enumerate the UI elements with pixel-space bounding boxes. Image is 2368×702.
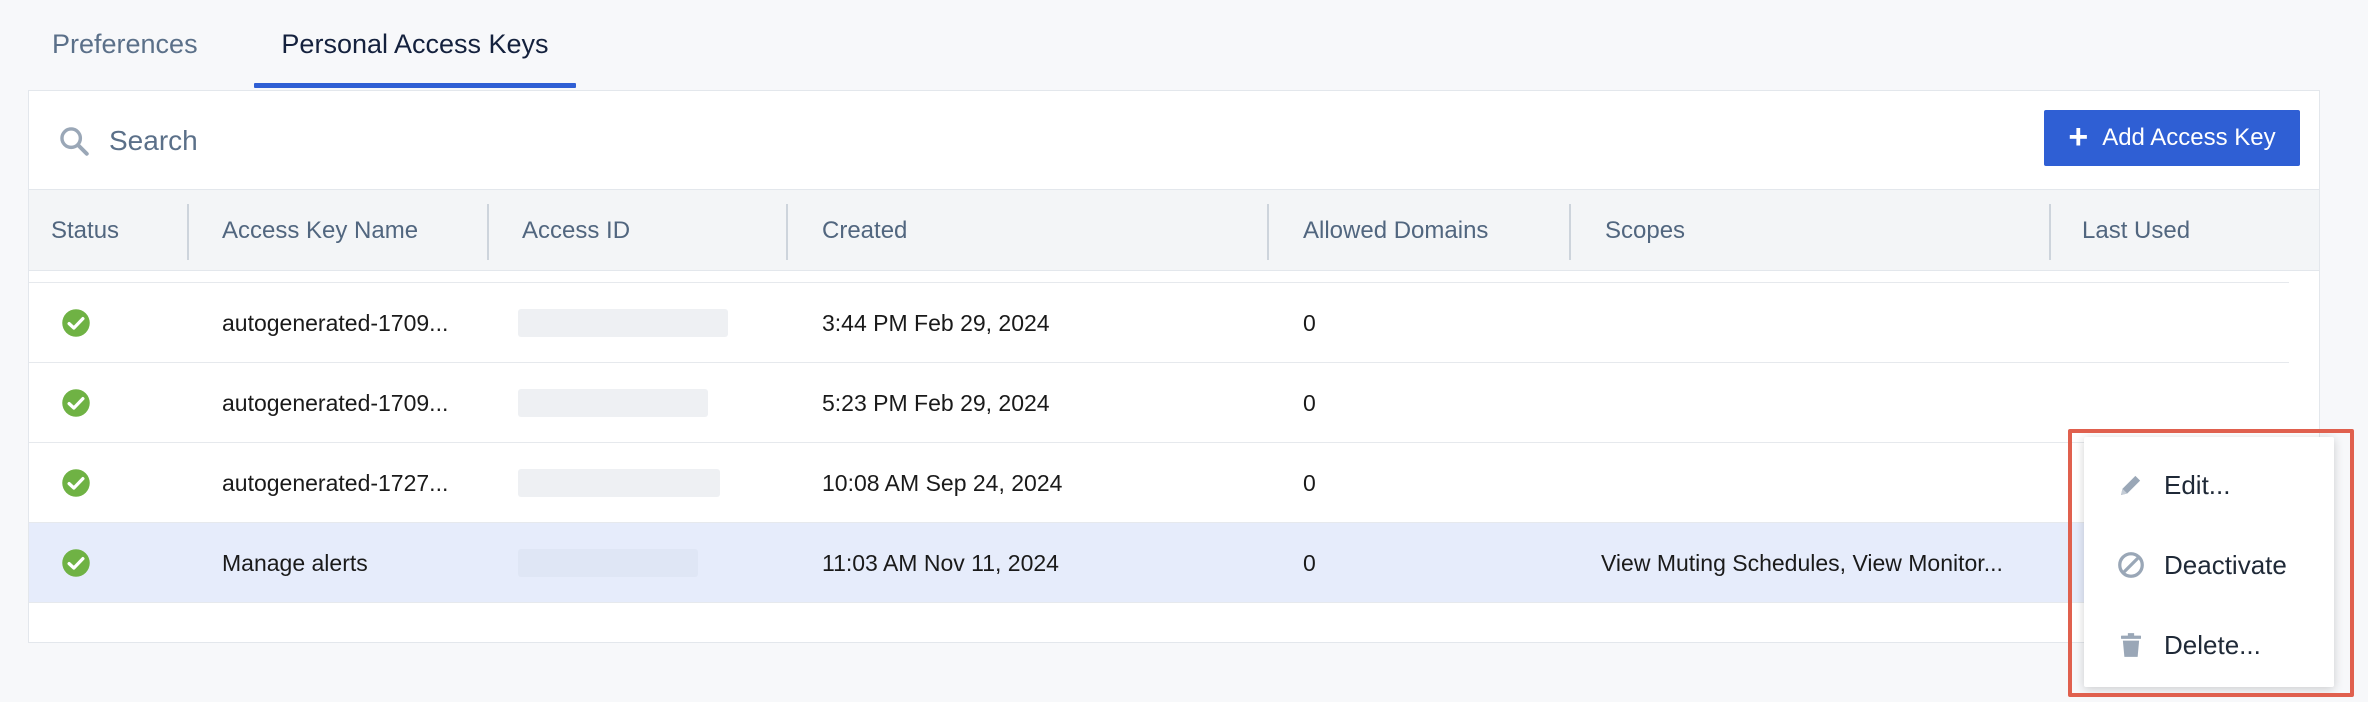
deactivate-icon <box>2118 552 2144 578</box>
column-resize-handle[interactable] <box>786 204 788 260</box>
trash-icon <box>2121 633 2141 657</box>
redacted-access-id <box>518 389 708 417</box>
column-resize-handle[interactable] <box>487 204 489 260</box>
scopes: View Muting Schedules, View Monitor... <box>1601 549 2003 576</box>
access-key-name: autogenerated-1709... <box>222 309 449 336</box>
menu-item-label: Deactivate <box>2164 549 2287 580</box>
add-access-key-label: Add Access Key <box>2102 124 2276 151</box>
menu-item-label: Edit... <box>2164 469 2231 500</box>
table-row[interactable]: autogenerated-1709... 5:23 PM Feb 29, 20… <box>29 363 2289 443</box>
access-keys-panel: + Add Access Key Status Access Key Name … <box>28 90 2320 643</box>
table-header: Status Access Key Name Access ID Created… <box>29 189 2319 271</box>
allowed-domains-count: 0 <box>1303 469 1316 496</box>
plus-icon: + <box>2068 117 2089 156</box>
column-header-created[interactable]: Created <box>822 190 907 272</box>
allowed-domains-count: 0 <box>1303 309 1316 336</box>
access-key-name: autogenerated-1709... <box>222 389 449 416</box>
table-row-partial <box>29 271 2289 283</box>
created-date: 10:08 AM Sep 24, 2024 <box>822 469 1063 496</box>
check-circle-icon <box>62 309 90 337</box>
check-circle-icon <box>62 469 90 497</box>
column-resize-handle[interactable] <box>1569 204 1571 260</box>
menu-item-delete[interactable]: Delete... <box>2084 605 2334 685</box>
menu-item-deactivate[interactable]: Deactivate <box>2084 525 2334 605</box>
column-header-access-id[interactable]: Access ID <box>522 190 630 272</box>
tab-personal-access-keys[interactable]: Personal Access Keys <box>254 0 576 88</box>
column-header-last-used[interactable]: Last Used <box>2082 190 2190 272</box>
menu-item-label: Delete... <box>2164 629 2261 660</box>
table-row-selected[interactable]: Manage alerts 11:03 AM Nov 11, 2024 0 Vi… <box>29 523 2289 603</box>
redacted-access-id <box>518 309 728 337</box>
tab-preferences[interactable]: Preferences <box>28 0 228 88</box>
created-date: 3:44 PM Feb 29, 2024 <box>822 309 1050 336</box>
column-header-allowed-domains[interactable]: Allowed Domains <box>1303 190 1488 272</box>
check-circle-icon <box>62 549 90 577</box>
column-resize-handle[interactable] <box>187 204 189 260</box>
row-context-menu: Edit... Deactivate Delete... <box>2084 437 2334 687</box>
column-resize-handle[interactable] <box>1267 204 1269 260</box>
allowed-domains-count: 0 <box>1303 389 1316 416</box>
column-header-access-key-name[interactable]: Access Key Name <box>222 190 418 272</box>
redacted-access-id <box>518 549 698 577</box>
table-row[interactable]: autogenerated-1709... 3:44 PM Feb 29, 20… <box>29 283 2289 363</box>
access-key-name: Manage alerts <box>222 549 368 576</box>
created-date: 5:23 PM Feb 29, 2024 <box>822 389 1050 416</box>
allowed-domains-count: 0 <box>1303 549 1316 576</box>
pencil-icon <box>2121 475 2141 495</box>
table-row[interactable]: autogenerated-1727... 10:08 AM Sep 24, 2… <box>29 443 2289 523</box>
column-header-scopes[interactable]: Scopes <box>1605 190 1685 272</box>
menu-item-edit[interactable]: Edit... <box>2084 445 2334 525</box>
search-icon <box>60 127 89 156</box>
redacted-access-id <box>518 469 720 497</box>
tab-bar: Preferences Personal Access Keys <box>28 0 576 88</box>
access-key-name: autogenerated-1727... <box>222 469 449 496</box>
column-resize-handle[interactable] <box>2049 204 2051 260</box>
check-circle-icon <box>62 389 90 417</box>
search-bar <box>57 111 757 171</box>
column-header-status[interactable]: Status <box>51 190 119 272</box>
add-access-key-button[interactable]: + Add Access Key <box>2044 110 2300 166</box>
search-input[interactable] <box>107 124 711 158</box>
created-date: 11:03 AM Nov 11, 2024 <box>822 549 1059 576</box>
